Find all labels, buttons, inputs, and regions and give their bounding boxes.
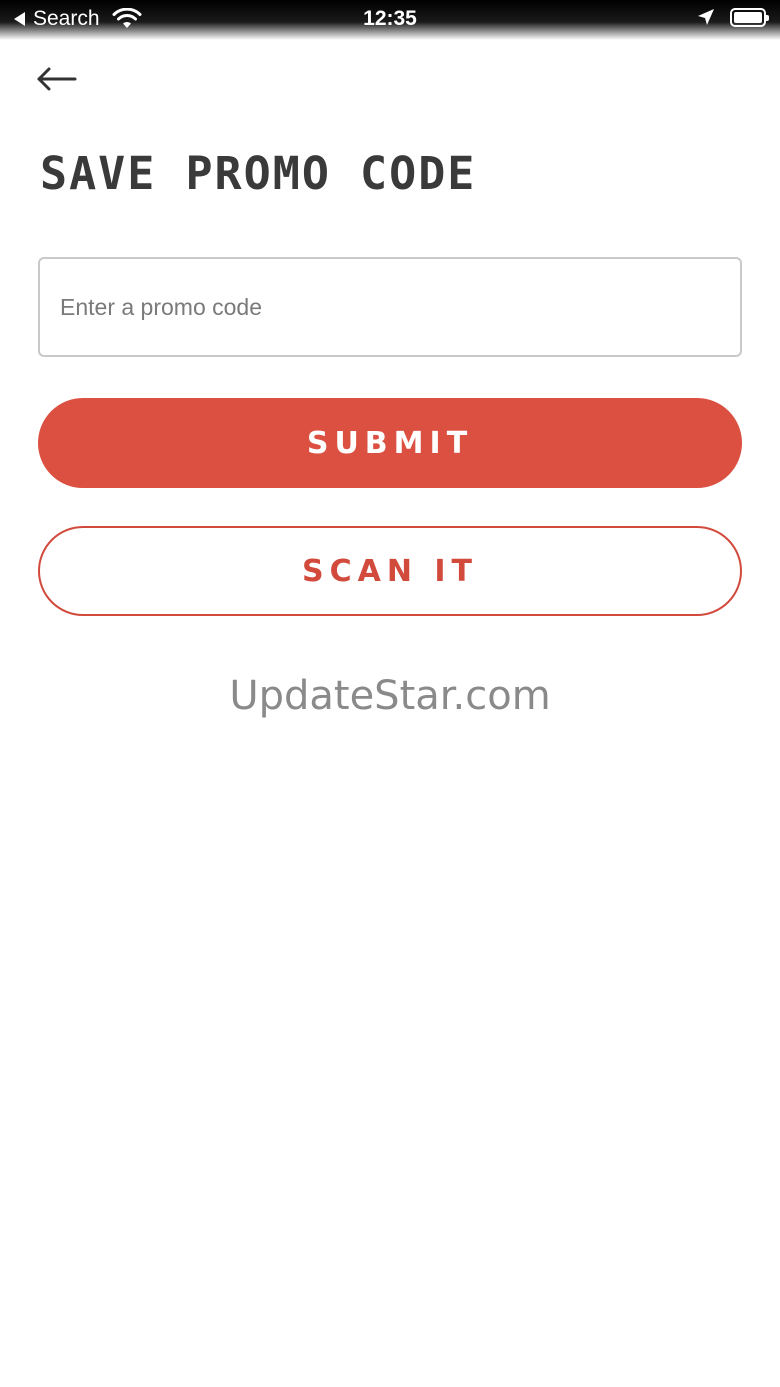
status-time: 12:35 <box>363 7 417 30</box>
status-bar: Search 12:35 <box>0 0 780 40</box>
scan-it-button[interactable]: SCAN IT <box>38 526 742 616</box>
watermark-text: UpdateStar.com <box>229 673 551 719</box>
battery-icon <box>730 7 769 27</box>
arrow-left-icon <box>37 67 77 91</box>
submit-button[interactable]: SUBMIT <box>38 398 742 488</box>
location-arrow-icon <box>698 9 714 25</box>
back-button[interactable] <box>36 62 80 96</box>
status-right-icons <box>696 7 769 27</box>
promo-code-input[interactable] <box>38 257 742 357</box>
page-title: SAVE PROMO CODE <box>40 147 477 200</box>
